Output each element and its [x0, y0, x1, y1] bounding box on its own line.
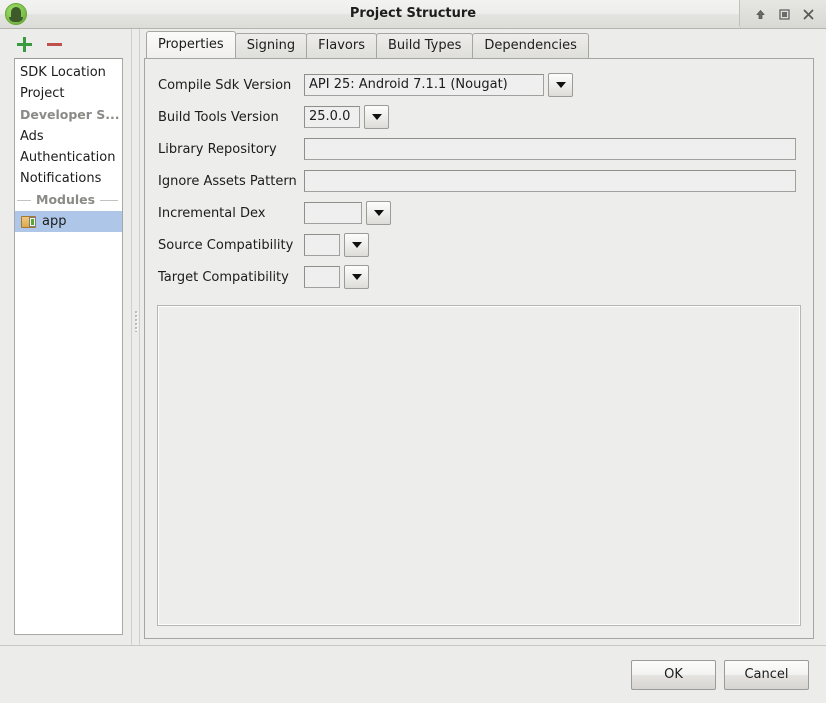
divider-right	[100, 200, 118, 201]
minus-icon[interactable]	[46, 36, 62, 52]
chevron-down-icon	[372, 114, 382, 120]
library-repository-input[interactable]	[304, 138, 796, 160]
label-target-compatibility: Target Compatibility	[158, 270, 304, 285]
tab-label: Build Types	[388, 38, 461, 53]
source-compatibility-input[interactable]	[304, 234, 340, 256]
label-ignore-assets-pattern: Ignore Assets Pattern	[158, 174, 304, 189]
window-title: Project Structure	[0, 0, 826, 28]
minimize-button[interactable]	[749, 4, 771, 24]
control-compile-sdk-version: API 25: Android 7.1.1 (Nougat)	[304, 73, 573, 97]
chevron-down-icon	[352, 242, 362, 248]
tab-bar: Properties Signing Flavors Build Types D…	[144, 29, 814, 58]
tab-flavors[interactable]: Flavors	[306, 33, 377, 58]
tab-signing[interactable]: Signing	[235, 33, 307, 58]
label-build-tools-version: Build Tools Version	[158, 110, 304, 125]
splitter-grip[interactable]	[134, 310, 138, 332]
field-row-library-repository: Library Repository	[158, 133, 801, 165]
tab-build-types[interactable]: Build Types	[376, 33, 473, 58]
sidebar-splitter[interactable]	[131, 29, 140, 645]
field-row-compile-sdk-version: Compile Sdk Version API 25: Android 7.1.…	[158, 69, 801, 101]
properties-form: Compile Sdk Version API 25: Android 7.1.…	[157, 69, 801, 293]
sidebar-item-label: app	[42, 211, 66, 232]
sidebar: SDK Location Project Developer S... Ads …	[0, 29, 131, 645]
control-target-compatibility	[304, 265, 369, 289]
sidebar-item-project[interactable]: Project	[15, 83, 122, 104]
divider-left	[17, 200, 31, 201]
main-panel: Properties Signing Flavors Build Types D…	[140, 29, 826, 645]
sidebar-header-label: Modules	[36, 189, 95, 211]
sidebar-list[interactable]: SDK Location Project Developer S... Ads …	[14, 58, 123, 635]
build-tools-version-dropdown-button[interactable]	[364, 105, 389, 129]
sidebar-item-label: SDK Location	[20, 65, 106, 80]
sidebar-header-label: Developer S...	[20, 107, 120, 122]
sidebar-header-modules: Modules	[15, 189, 122, 211]
android-studio-icon	[5, 3, 27, 25]
sidebar-item-label: Project	[20, 86, 64, 101]
target-compatibility-input[interactable]	[304, 266, 340, 288]
ok-button[interactable]: OK	[631, 660, 716, 690]
field-row-build-tools-version: Build Tools Version 25.0.0	[158, 101, 801, 133]
control-incremental-dex	[304, 201, 391, 225]
module-icon	[21, 215, 36, 228]
chevron-down-icon	[374, 210, 384, 216]
control-ignore-assets-pattern	[304, 170, 796, 192]
sidebar-toolbar	[0, 29, 131, 58]
label-compile-sdk-version: Compile Sdk Version	[158, 78, 304, 93]
cancel-button[interactable]: Cancel	[724, 660, 809, 690]
control-build-tools-version: 25.0.0	[304, 105, 389, 129]
label-source-compatibility: Source Compatibility	[158, 238, 304, 253]
tab-label: Dependencies	[484, 38, 577, 53]
compile-sdk-version-dropdown-button[interactable]	[548, 73, 573, 97]
chevron-down-icon	[352, 274, 362, 280]
incremental-dex-input[interactable]	[304, 202, 362, 224]
field-row-target-compatibility: Target Compatibility	[158, 261, 801, 293]
sidebar-item-label: Ads	[20, 129, 44, 144]
sidebar-item-ads[interactable]: Ads	[15, 126, 122, 147]
tab-dependencies[interactable]: Dependencies	[472, 33, 589, 58]
title-bar: Project Structure	[0, 0, 826, 29]
sidebar-item-authentication[interactable]: Authentication	[15, 147, 122, 168]
sidebar-item-sdk-location[interactable]: SDK Location	[15, 62, 122, 83]
control-source-compatibility	[304, 233, 369, 257]
sidebar-header-developer-services: Developer S...	[15, 104, 122, 126]
sidebar-item-notifications[interactable]: Notifications	[15, 168, 122, 189]
control-library-repository	[304, 138, 796, 160]
ignore-assets-pattern-input[interactable]	[304, 170, 796, 192]
compile-sdk-version-input[interactable]: API 25: Android 7.1.1 (Nougat)	[304, 74, 544, 96]
field-row-source-compatibility: Source Compatibility	[158, 229, 801, 261]
tab-label: Signing	[247, 38, 295, 53]
dialog-body: SDK Location Project Developer S... Ads …	[0, 29, 826, 645]
chevron-down-icon	[556, 82, 566, 88]
maximize-button[interactable]	[773, 4, 795, 24]
plus-icon[interactable]	[16, 36, 32, 52]
close-button[interactable]	[797, 4, 819, 24]
source-compatibility-dropdown-button[interactable]	[344, 233, 369, 257]
field-row-incremental-dex: Incremental Dex	[158, 197, 801, 229]
properties-tab-panel: Compile Sdk Version API 25: Android 7.1.…	[144, 58, 814, 639]
tab-label: Flavors	[318, 38, 365, 53]
sidebar-item-label: Authentication	[20, 150, 115, 165]
field-row-ignore-assets-pattern: Ignore Assets Pattern	[158, 165, 801, 197]
dialog-button-bar: OK Cancel	[0, 645, 826, 703]
project-structure-dialog: Project Structure	[0, 0, 826, 703]
tab-properties[interactable]: Properties	[146, 31, 236, 58]
label-library-repository: Library Repository	[158, 142, 304, 157]
incremental-dex-dropdown-button[interactable]	[366, 201, 391, 225]
label-incremental-dex: Incremental Dex	[158, 206, 304, 221]
build-tools-version-input[interactable]: 25.0.0	[304, 106, 360, 128]
target-compatibility-dropdown-button[interactable]	[344, 265, 369, 289]
properties-detail-panel	[157, 305, 801, 626]
tab-label: Properties	[158, 37, 224, 52]
sidebar-item-label: Notifications	[20, 171, 101, 186]
window-controls	[739, 0, 826, 28]
sidebar-item-app[interactable]: app	[15, 211, 122, 232]
